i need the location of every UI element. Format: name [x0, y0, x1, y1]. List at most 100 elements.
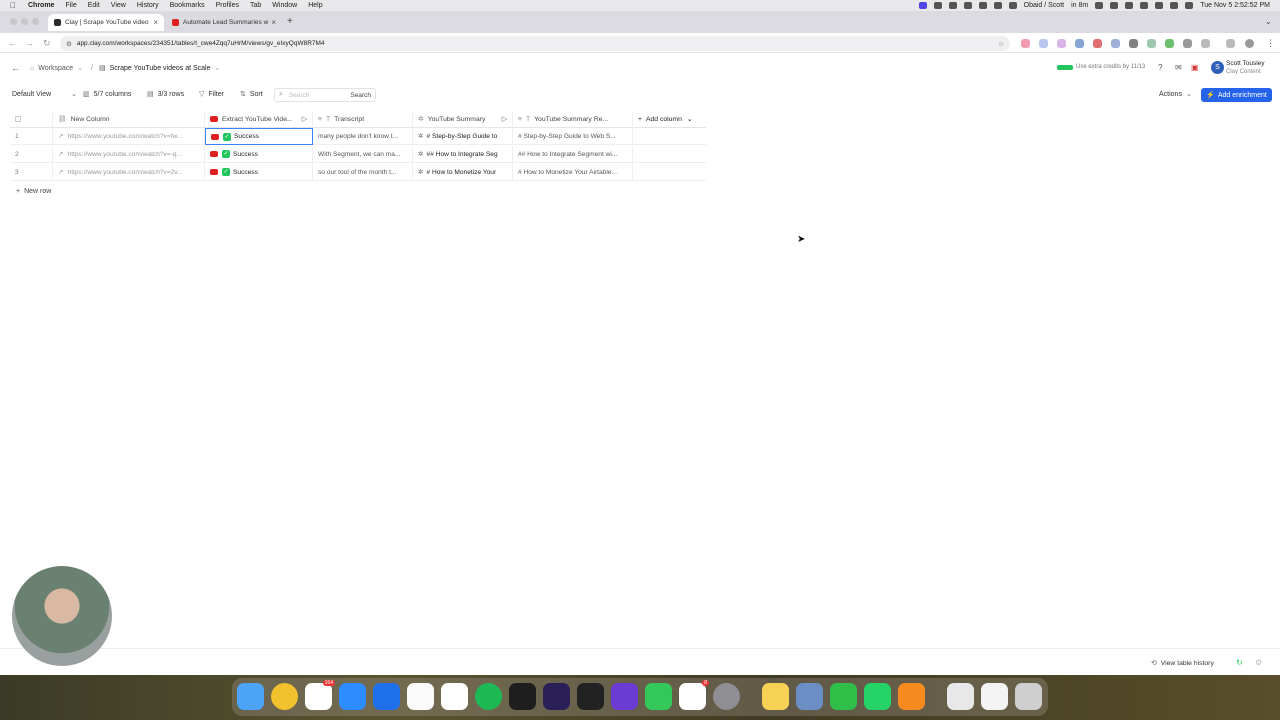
- url-text[interactable]: app.clay.com/workspaces/234351/tables/t_…: [77, 40, 325, 47]
- app-icon[interactable]: [373, 683, 400, 710]
- forward-icon[interactable]: →: [25, 38, 34, 48]
- play-icon[interactable]: ▷: [302, 115, 307, 123]
- search-icon[interactable]: [1170, 2, 1179, 9]
- table-cell-status[interactable]: ✓ Success: [205, 164, 313, 181]
- tray-app-icon[interactable]: [918, 2, 927, 9]
- sync-icon[interactable]: ↻: [1236, 658, 1243, 667]
- breadcrumb-workspace[interactable]: Workspace: [38, 65, 73, 72]
- tray-icon[interactable]: [1008, 2, 1017, 9]
- actions-button[interactable]: Actions ⌄: [1159, 90, 1192, 99]
- close-tab-icon[interactable]: ×: [153, 18, 158, 27]
- menu-profiles[interactable]: Profiles: [216, 2, 239, 9]
- tab-youtube[interactable]: Automate Lead Summaries w ×: [166, 14, 282, 31]
- table-cell-empty[interactable]: [633, 164, 706, 181]
- app-icon[interactable]: [577, 683, 604, 710]
- tray-icon[interactable]: [963, 2, 972, 9]
- extension-icon[interactable]: [1075, 39, 1084, 48]
- extension-icon[interactable]: [1165, 39, 1174, 48]
- table-cell-transcript[interactable]: so our tool of the month t...: [313, 164, 413, 181]
- help-icon[interactable]: ?: [1158, 63, 1162, 72]
- tray-icon[interactable]: [933, 2, 942, 9]
- table-cell-summary[interactable]: ✲ # How to Monetize Your: [413, 164, 513, 181]
- zoom-window-icon[interactable]: [32, 18, 39, 25]
- view-selector[interactable]: Default View ⌄: [12, 90, 77, 99]
- reload-icon[interactable]: ↻: [43, 38, 51, 49]
- chevron-down-icon[interactable]: ⌄: [215, 64, 221, 72]
- extension-icon[interactable]: [1226, 39, 1235, 48]
- table-cell-summary-re[interactable]: ## How to Integrate Segment wi...: [513, 146, 633, 163]
- menu-tab[interactable]: Tab: [250, 2, 261, 9]
- extension-icon[interactable]: [1021, 39, 1030, 48]
- control-center-icon[interactable]: [1185, 2, 1194, 9]
- sort-button[interactable]: ⇅ Sort: [240, 90, 263, 99]
- reminders-icon[interactable]: 8: [679, 680, 709, 710]
- table-cell-url[interactable]: ↗ https://www.youtube.com/watch?v=2v...: [53, 164, 205, 181]
- tray-icon[interactable]: [1125, 2, 1134, 9]
- chatgpt-icon[interactable]: [441, 683, 468, 710]
- add-column-button[interactable]: + Add column ⌄: [633, 111, 706, 128]
- search-input[interactable]: Search: [289, 92, 310, 99]
- browser-menu-icon[interactable]: ⋮: [1266, 38, 1275, 49]
- row-number[interactable]: 2: [10, 146, 53, 163]
- table-cell-url[interactable]: ↗ https://www.youtube.com/watch?v=tw...: [53, 128, 205, 145]
- credits-notice[interactable]: Use extra credits by 11/13: [1057, 64, 1145, 70]
- table-cell-transcript[interactable]: With Segment, we can ma...: [313, 146, 413, 163]
- extension-icon[interactable]: [1129, 39, 1138, 48]
- column-header-youtube-summary-re[interactable]: ≡ T YouTube Summary Re...: [513, 111, 633, 128]
- finder-icon[interactable]: [237, 683, 264, 710]
- extension-icon[interactable]: [1039, 39, 1048, 48]
- profile-avatar-icon[interactable]: [1245, 39, 1254, 48]
- external-link-icon[interactable]: ↗: [58, 150, 64, 158]
- menu-clock[interactable]: Tue Nov 5 2:52:52 PM: [1200, 2, 1270, 9]
- extensions-puzzle-icon[interactable]: [1201, 39, 1210, 48]
- sublime-icon[interactable]: [898, 683, 925, 710]
- column-header-youtube-summary[interactable]: ✲ YouTube Summary ▷: [413, 111, 513, 128]
- menu-edit[interactable]: Edit: [88, 2, 100, 9]
- external-link-icon[interactable]: ↗: [58, 168, 64, 176]
- tab-search-icon[interactable]: ⌄: [1265, 17, 1272, 26]
- figma-icon[interactable]: [509, 683, 536, 710]
- downloads-stack-icon[interactable]: [947, 683, 974, 710]
- slack-icon[interactable]: 164: [305, 680, 335, 710]
- table-cell-empty[interactable]: [633, 146, 706, 163]
- new-row-button[interactable]: + New row: [16, 188, 51, 195]
- user-info[interactable]: Scott Tousley Clay Content: [1226, 60, 1265, 76]
- apple-icon[interactable]: : [10, 1, 20, 10]
- chevron-down-icon[interactable]: ⌄: [77, 64, 83, 72]
- menu-file[interactable]: File: [65, 2, 76, 9]
- tray-calendar-user[interactable]: Obaid / Scott: [1024, 2, 1064, 9]
- menu-help[interactable]: Help: [308, 2, 322, 9]
- notion-icon[interactable]: [407, 683, 434, 710]
- tray-icon[interactable]: [948, 2, 957, 9]
- spotify-icon[interactable]: [475, 683, 502, 710]
- play-icon[interactable]: ▷: [502, 115, 507, 123]
- menu-view[interactable]: View: [111, 2, 126, 9]
- close-tab-icon[interactable]: ×: [271, 18, 276, 27]
- columns-button[interactable]: ▥ 5/7 columns: [83, 90, 131, 99]
- close-window-icon[interactable]: [10, 18, 17, 25]
- messages-icon[interactable]: [645, 683, 672, 710]
- tray-icon[interactable]: [978, 2, 987, 9]
- menu-window[interactable]: Window: [272, 2, 297, 9]
- select-all-checkbox[interactable]: [15, 116, 21, 122]
- zoom-icon[interactable]: [339, 683, 366, 710]
- add-enrichment-button[interactable]: ⚡ Add enrichment: [1201, 88, 1272, 102]
- search-box[interactable]: ⌕ Search Search: [274, 88, 376, 102]
- search-button[interactable]: Search: [350, 92, 371, 99]
- view-table-history-button[interactable]: ⟲ View table history: [1151, 659, 1214, 668]
- system-settings-icon[interactable]: [713, 683, 740, 710]
- battery-icon[interactable]: [1140, 2, 1149, 9]
- address-bar[interactable]: ⚙ app.clay.com/workspaces/234351/tables/…: [60, 36, 1010, 51]
- table-cell-empty[interactable]: [633, 128, 706, 145]
- menu-app[interactable]: Chrome: [28, 2, 54, 9]
- menu-bookmarks[interactable]: Bookmarks: [170, 2, 205, 9]
- settings-icon[interactable]: ⚙: [1255, 658, 1262, 667]
- notes-icon[interactable]: [762, 683, 789, 710]
- filter-button[interactable]: ▽ Filter: [199, 90, 224, 99]
- row-number[interactable]: 3: [10, 164, 53, 181]
- back-icon[interactable]: ←: [8, 38, 17, 48]
- breadcrumb-table-name[interactable]: Scrape YouTube videos at Scale: [110, 65, 211, 72]
- back-arrow-icon[interactable]: ←: [11, 63, 20, 73]
- app-icon[interactable]: [543, 683, 570, 710]
- table-cell-url[interactable]: ↗ https://www.youtube.com/watch?v=-q...: [53, 146, 205, 163]
